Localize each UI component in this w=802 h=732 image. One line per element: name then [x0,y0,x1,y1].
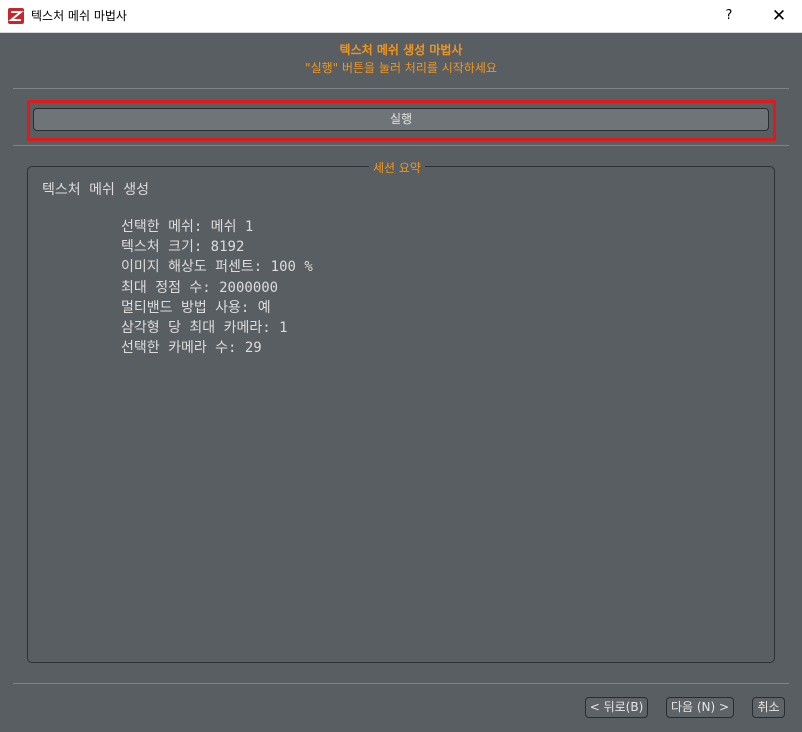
title-bar: 텍스처 메쉬 마법사 ? ✕ [0,0,802,33]
help-button[interactable]: ? [706,0,752,32]
summary-details: 선택한 메쉬: 메쉬 1 텍스처 크기: 8192 이미지 해상도 퍼센트: 1… [121,217,313,358]
cancel-button[interactable]: 취소 [752,697,785,718]
session-summary-legend: 세션 요약 [369,159,425,176]
summary-line-max-cameras-per-triangle: 삼각형 당 최대 카메라: 1 [121,320,288,337]
next-button[interactable]: 다음 (N) > [666,697,734,718]
summary-line-texture-size: 텍스처 크기: 8192 [121,239,245,256]
summary-heading: 텍스처 메쉬 생성 [42,182,150,198]
summary-line-max-vertices: 최대 정점 수: 2000000 [121,279,279,296]
summary-line-selected-cameras: 선택한 카메라 수: 29 [121,340,262,357]
back-button[interactable]: < 뒤로(B) [585,697,648,718]
footer-divider [13,683,789,684]
summary-line-selected-mesh: 선택한 메쉬: 메쉬 1 [121,219,254,235]
window-title: 텍스처 메쉬 마법사 [31,9,127,23]
header-divider [13,88,789,89]
summary-line-image-resolution: 이미지 해상도 퍼센트: 100 % [121,259,313,276]
run-button[interactable]: 실행 [33,108,769,131]
wizard-title: 텍스처 메쉬 생성 마법사 [339,43,463,57]
run-divider [13,145,789,146]
summary-line-multiband: 멀티밴드 방법 사용: 예 [121,299,271,316]
wizard-subtitle: "실행" 버튼을 눌러 처리를 시작하세요 [305,61,497,75]
app-logo-icon [8,8,24,24]
close-button[interactable]: ✕ [756,0,802,32]
